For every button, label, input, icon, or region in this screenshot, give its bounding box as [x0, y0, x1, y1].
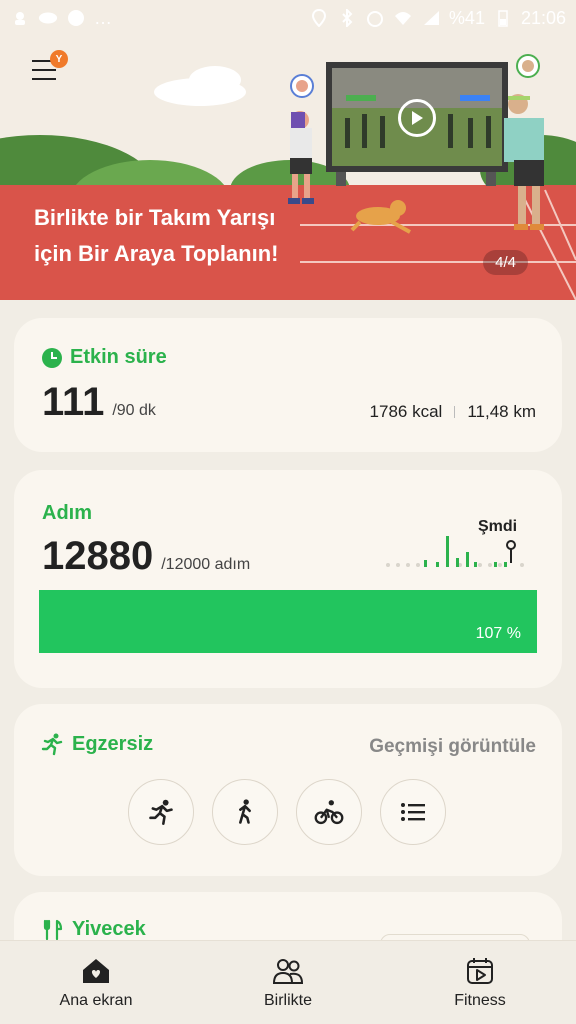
clock-icon: [42, 347, 62, 368]
status-bar: … %41 21:06: [0, 0, 576, 36]
location-icon: [309, 9, 329, 27]
nav-together[interactable]: Birlikte: [208, 956, 368, 1010]
menu-button[interactable]: Y: [32, 50, 68, 84]
steps-value: 12880: [42, 534, 154, 578]
nav-fitness[interactable]: Fitness: [400, 956, 560, 1010]
bip-icon: [66, 10, 86, 26]
status-right: %41 21:06: [309, 8, 566, 29]
bluetooth-icon: [337, 9, 357, 27]
more-exercises-button[interactable]: [380, 779, 446, 845]
running-button[interactable]: [128, 779, 194, 845]
steps-sparkline: [386, 536, 524, 567]
battery-icon: [493, 10, 513, 27]
nav-fitness-label: Fitness: [454, 991, 506, 1009]
people-icon: [272, 956, 304, 986]
status-left: …: [10, 8, 113, 29]
battery-percent: %41: [448, 7, 485, 28]
steps-goal: /12000 adım: [161, 556, 251, 573]
view-history-link[interactable]: Geçmişi görüntüle: [369, 736, 536, 758]
wifi-icon: [393, 10, 413, 26]
notification-app-icon: [10, 10, 30, 26]
clock: 21:06: [520, 7, 566, 28]
hero-title: Birlikte bir Takım Yarışı için Bir Araya…: [34, 200, 278, 272]
nav-together-label: Birlikte: [263, 991, 312, 1009]
now-marker-icon: [506, 540, 516, 550]
steps-value-row: 12880 /12000 adım: [42, 534, 250, 579]
cutlery-icon: [43, 919, 63, 940]
food-header: Yivecek: [42, 918, 146, 941]
exercise-buttons: [128, 779, 446, 845]
home-heart-icon: [80, 956, 112, 986]
walking-button[interactable]: [212, 779, 278, 845]
hero-title-line2: için Bir Araya Toplanın!: [34, 241, 279, 266]
distance-value: 11,48 km: [467, 402, 536, 421]
steps-title: Adım: [42, 502, 92, 524]
active-time-goal: /90 dk: [112, 402, 156, 419]
active-time-card[interactable]: Etkin süre 111 /90 dk 1786 kcal 11,48 km: [14, 318, 562, 452]
steps-progress-bar: 107 %: [39, 590, 537, 653]
exercise-title: Egzersiz: [72, 732, 154, 755]
cycling-icon: [314, 800, 344, 825]
bottom-navigation: Ana ekran Birlikte Fitness: [0, 940, 576, 1024]
steps-progress-fill: [39, 590, 537, 653]
play-video-button[interactable]: [398, 99, 436, 137]
hero-banner[interactable]: Y Birlikte bir Takım Yarışı için Bir Ara…: [0, 0, 576, 300]
steps-card[interactable]: Adım 12880 /12000 adım Şmdi 107 %: [14, 470, 562, 688]
play-calendar-icon: [464, 956, 496, 986]
page-indicator: 4/4: [483, 250, 528, 275]
running-icon: [149, 799, 173, 825]
exercise-card[interactable]: Egzersiz Geçmişi görüntüle: [14, 704, 562, 876]
active-time-value-row: 111 /90 dk: [42, 380, 156, 425]
play-icon: [412, 111, 423, 125]
list-icon: [401, 803, 425, 821]
steps-header: Adım: [42, 502, 92, 525]
notification-badge: Y: [50, 50, 68, 68]
cycling-button[interactable]: [296, 779, 362, 845]
alarm-icon: [365, 10, 385, 27]
food-title: Yivecek: [72, 918, 146, 940]
calories-value: 1786 kcal: [369, 402, 443, 421]
hero-title-line1: Birlikte bir Takım Yarışı: [34, 205, 276, 230]
stats-divider: [454, 406, 456, 418]
steps-progress-label: 107 %: [475, 625, 521, 642]
nav-home-label: Ana ekran: [59, 991, 133, 1009]
walking-icon: [239, 799, 251, 824]
nav-home[interactable]: Ana ekran: [16, 956, 176, 1010]
more-notifications-icon: …: [94, 7, 113, 28]
exercise-header: Egzersiz: [40, 732, 153, 756]
running-icon: [41, 733, 63, 756]
signal-icon: [421, 10, 441, 26]
turkcell-icon: [38, 10, 58, 26]
active-time-title: Etkin süre: [70, 346, 167, 368]
active-time-header: Etkin süre: [42, 346, 167, 369]
active-time-stats: 1786 kcal 11,48 km: [370, 402, 536, 422]
active-time-value: 111: [42, 380, 105, 424]
